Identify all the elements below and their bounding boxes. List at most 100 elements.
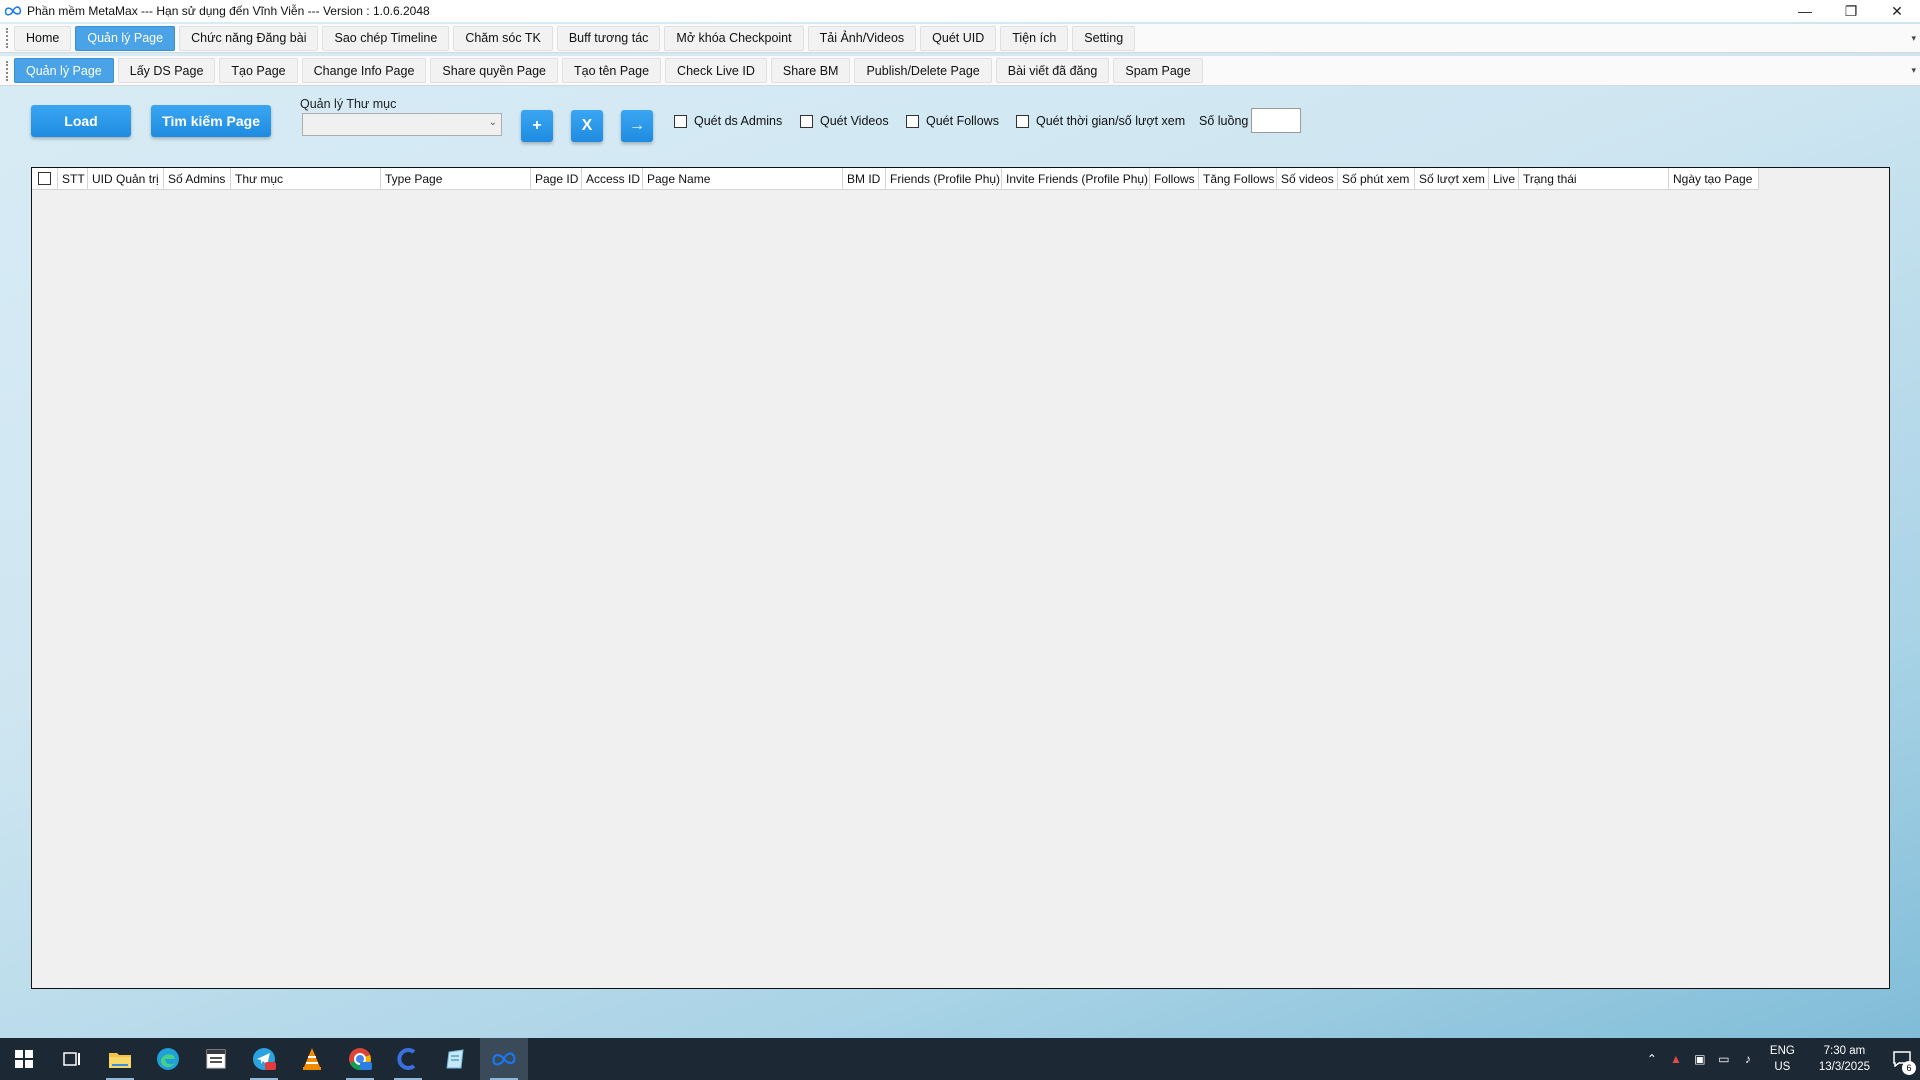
thread-count-label: Số luồng [1199,114,1249,128]
language-indicator[interactable]: ENG US [1770,1043,1795,1075]
minimize-button[interactable]: — [1782,0,1828,22]
column-header[interactable]: Type Page [381,167,531,190]
subbar-overflow-icon[interactable]: ▾ [1911,65,1916,76]
notepad-plus-icon[interactable] [432,1038,480,1080]
column-header[interactable]: UID Quản trị [88,167,164,190]
chrome-icon[interactable] [336,1038,384,1080]
system-tray: ⌃ ▲ ▣ ▭ ♪ ENG US 7:30 am 13/3/2025 6 [1640,1038,1920,1080]
checkbox-box[interactable] [906,114,919,128]
clock[interactable]: 7:30 am 13/3/2025 [1819,1043,1870,1075]
checkbox-label: Quét ds Admins [694,114,783,128]
checkbox-box[interactable] [800,114,813,128]
tray-app-icon[interactable]: ▲ [1664,1052,1688,1066]
tab-cham-soc-tk[interactable]: Chăm sóc TK [453,25,553,51]
checkbox-label: Quét thời gian/số lượt xem [1036,114,1186,128]
checkbox-box[interactable] [674,114,687,128]
subtab-tao-page[interactable]: Tạo Page [219,58,298,83]
tab-tien-ich[interactable]: Tiện ích [1000,25,1069,51]
select-all-checkbox-column[interactable] [32,167,58,190]
close-button[interactable]: ✕ [1874,0,1920,22]
ccleaner-icon[interactable] [384,1038,432,1080]
column-header[interactable]: Page ID [531,167,582,190]
tab-quet-uid[interactable]: Quét UID [920,25,997,51]
checkbox-box[interactable] [1016,114,1029,128]
page-data-grid[interactable]: STT UID Quản trị Số Admins Thư mục Type … [31,167,1890,989]
subtab-share-quyen-page[interactable]: Share quyền Page [430,58,558,83]
vlc-icon[interactable] [288,1038,336,1080]
column-header[interactable]: Tăng Follows [1199,167,1277,190]
tab-sao-chep-timeline[interactable]: Sao chép Timeline [322,25,450,51]
notification-center-icon[interactable]: 6 [1884,1051,1920,1075]
restore-button[interactable]: ❐ [1828,0,1874,22]
subtab-quan-ly-page[interactable]: Quản lý Page [14,58,114,83]
content-area: Load Tìm kiếm Page Quản lý Thư mục ⌄ + X… [0,87,1920,1037]
checkbox-label: Quét Videos [820,114,889,128]
tab-buff-tuong-tac[interactable]: Buff tương tác [556,25,661,51]
metamax-logo-icon [4,6,22,16]
chevron-up-icon[interactable]: ⌃ [1640,1052,1664,1066]
column-header[interactable]: Access ID [582,167,643,190]
tab-setting[interactable]: Setting [1072,25,1136,51]
metamax-taskbar-icon[interactable] [480,1038,528,1080]
subtab-tao-ten-page[interactable]: Tạo tên Page [561,58,662,83]
subtab-check-live-id[interactable]: Check Live ID [665,58,767,83]
meet-now-icon[interactable]: ▣ [1688,1052,1712,1066]
subtab-lay-ds-page[interactable]: Lấy DS Page [117,58,216,83]
checkbox-quet-thoi-gian[interactable]: Quét thời gian/số lượt xem [1016,114,1185,128]
column-header[interactable]: Số lượt xem [1415,167,1489,190]
column-header[interactable]: Số Admins [164,167,231,190]
toolbar-grip[interactable] [6,28,9,48]
select-all-checkbox[interactable] [38,172,51,185]
notification-count: 6 [1902,1061,1916,1075]
column-header[interactable]: Invite Friends (Profile Phụ) [1002,167,1150,190]
delete-folder-button[interactable]: X [571,110,603,142]
checkbox-quet-videos[interactable]: Quét Videos [800,114,889,128]
telegram-icon[interactable] [240,1038,288,1080]
sub-tab-bar: Quản lý Page Lấy DS Page Tạo Page Change… [0,56,1920,86]
subbar-grip[interactable] [6,60,9,81]
network-icon[interactable]: ▭ [1712,1052,1736,1066]
checkbox-quet-follows[interactable]: Quét Follows [906,114,999,128]
tab-quan-ly-page[interactable]: Quản lý Page [75,25,176,51]
column-header[interactable]: Ngày tạo Page [1669,167,1759,190]
thread-count-input[interactable] [1251,108,1301,133]
edge-icon[interactable] [144,1038,192,1080]
column-header[interactable]: BM ID [843,167,886,190]
notepad-icon[interactable] [192,1038,240,1080]
folder-label: Quản lý Thư mục [300,97,397,111]
add-folder-button[interactable]: + [521,110,553,142]
windows-start-icon[interactable] [0,1038,48,1080]
file-explorer-icon[interactable] [96,1038,144,1080]
column-header[interactable]: Thư mục [231,167,381,190]
volume-icon[interactable]: ♪ [1736,1052,1760,1066]
subtab-change-info-page[interactable]: Change Info Page [301,58,427,83]
column-header[interactable]: Follows [1150,167,1199,190]
subtab-bai-viet-da-dang[interactable]: Bài viết đã đăng [995,58,1110,83]
menu-overflow-icon[interactable]: ▾ [1911,33,1916,44]
folder-select[interactable]: ⌄ [302,113,502,136]
go-folder-button[interactable]: → [621,110,653,142]
tab-chuc-nang-dang-bai[interactable]: Chức năng Đăng bài [179,25,319,51]
tab-home[interactable]: Home [14,25,72,51]
column-header[interactable]: Số phút xem [1338,167,1415,190]
grid-header: STT UID Quản trị Số Admins Thư mục Type … [32,167,1759,190]
column-header[interactable]: Friends (Profile Phụ) [886,167,1002,190]
checkbox-quet-ds-admins[interactable]: Quét ds Admins [674,114,782,128]
taskbar: ⌃ ▲ ▣ ▭ ♪ ENG US 7:30 am 13/3/2025 6 [0,1038,1920,1080]
column-header[interactable]: Page Name [643,167,843,190]
column-header[interactable]: Số videos [1277,167,1338,190]
lang-top: ENG [1769,1045,1795,1057]
search-page-button[interactable]: Tìm kiếm Page [151,105,271,137]
window-title: Phần mềm MetaMax --- Hạn sử dụng đến Vĩn… [27,4,430,18]
main-menu-bar: Home Quản lý Page Chức năng Đăng bài Sao… [0,24,1920,53]
subtab-share-bm[interactable]: Share BM [770,58,851,83]
load-button[interactable]: Load [31,105,131,137]
column-header[interactable]: Live [1489,167,1519,190]
tab-mo-khoa-checkpoint[interactable]: Mở khóa Checkpoint [664,25,804,51]
column-header[interactable]: STT [58,167,88,190]
column-header[interactable]: Trạng thái [1519,167,1669,190]
subtab-publish-delete-page[interactable]: Publish/Delete Page [854,58,992,83]
tab-tai-anh-videos[interactable]: Tải Ảnh/Videos [807,25,917,51]
task-view-icon[interactable] [48,1038,96,1080]
subtab-spam-page[interactable]: Spam Page [1113,58,1203,83]
